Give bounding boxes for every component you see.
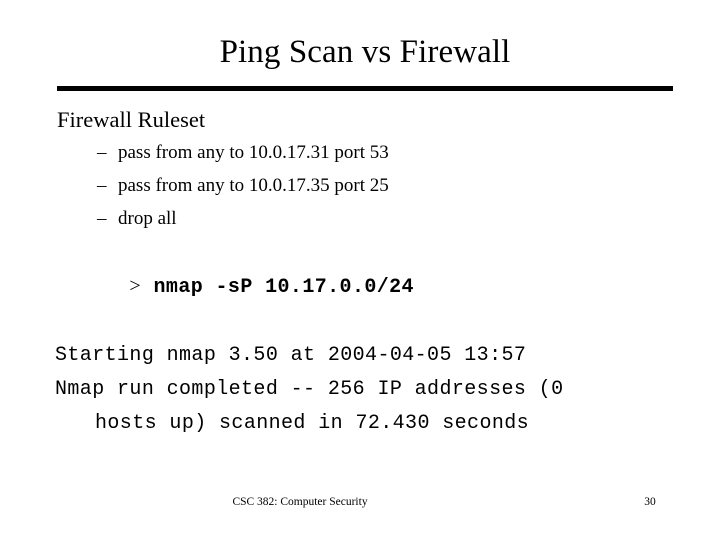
- slide: Ping Scan vs Firewall Firewall Ruleset –…: [0, 0, 720, 540]
- footer-page-number: 30: [644, 496, 656, 508]
- list-item: – drop all: [97, 202, 720, 235]
- terminal-output-line: Starting nmap 3.50 at 2004-04-05 13:57: [55, 344, 527, 367]
- terminal-command-line: > nmap -sP 10.17.0.0/24: [55, 235, 720, 339]
- firewall-rule-text: drop all: [118, 208, 177, 229]
- firewall-rule-text: pass from any to 10.0.17.31 port 53: [118, 142, 389, 163]
- list-item: – pass from any to 10.0.17.31 port 53: [97, 136, 720, 169]
- nmap-command-text: nmap -sP 10.17.0.0/24: [153, 276, 414, 299]
- shell-prompt-icon: >: [129, 275, 142, 297]
- terminal-output-line: Nmap run completed -- 256 IP addresses (…: [55, 378, 564, 401]
- dash-bullet-icon: –: [97, 208, 107, 229]
- footer-course-label: CSC 382: Computer Security: [232, 496, 368, 508]
- list-item: – pass from any to 10.0.17.35 port 25: [97, 169, 720, 202]
- section-heading: Firewall Ruleset: [57, 107, 206, 132]
- slide-body: Firewall Ruleset – pass from any to 10.0.…: [0, 104, 720, 441]
- page-title: Ping Scan vs Firewall: [219, 34, 511, 70]
- terminal-output-line-continuation: hosts up) scanned in 72.430 seconds: [95, 412, 530, 435]
- dash-bullet-icon: –: [97, 175, 107, 196]
- title-divider: [57, 86, 673, 91]
- firewall-rule-text: pass from any to 10.0.17.35 port 25: [118, 175, 389, 196]
- dash-bullet-icon: –: [97, 142, 107, 163]
